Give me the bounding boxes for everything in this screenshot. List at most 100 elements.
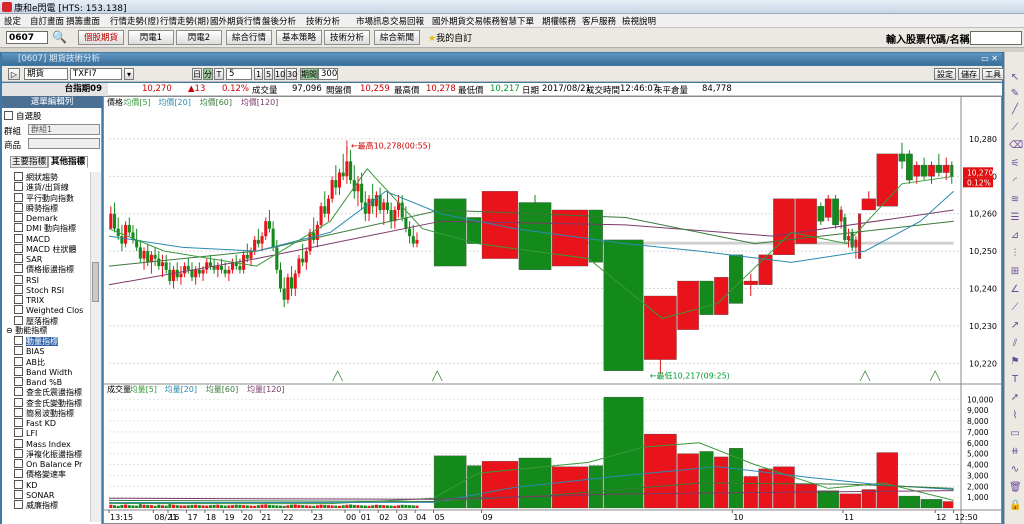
checkbox[interactable] <box>14 202 23 212</box>
checkbox[interactable] <box>14 233 23 243</box>
menu-item-6[interactable]: 盤後分析 <box>262 15 296 27</box>
flag-icon[interactable]: ⚑ <box>1009 356 1021 368</box>
trend-line-2-icon[interactable]: ⟋ <box>1009 302 1021 314</box>
menu-item-14[interactable]: 檢視說明 <box>622 15 656 27</box>
indicator-item[interactable]: MACD <box>14 233 50 244</box>
fan-icon[interactable]: ⚟ <box>1009 158 1021 170</box>
play-icon[interactable]: ▷ <box>8 68 20 80</box>
indicator-item[interactable]: AB比 <box>14 356 45 367</box>
menu-item-0[interactable]: 設定 <box>4 15 21 27</box>
menu-item-10[interactable]: 國外期貨交易帳務 <box>432 15 500 27</box>
checkbox[interactable] <box>14 213 23 222</box>
checkbox[interactable] <box>14 407 23 417</box>
product-select[interactable] <box>28 138 100 149</box>
indicator-scrollbar[interactable] <box>90 172 101 522</box>
checkbox[interactable] <box>14 356 23 366</box>
checkbox[interactable] <box>14 479 23 489</box>
indicator-item[interactable]: SONAR <box>14 489 54 500</box>
menu-item-4[interactable]: 行情走勢(期) <box>160 15 209 27</box>
favorites-button[interactable]: ★我的自訂 <box>428 31 472 44</box>
indicator-item[interactable]: Weighted Clos <box>14 305 83 315</box>
indicator-item[interactable]: 淨複化振盪指標 <box>14 448 82 459</box>
indicator-item[interactable]: Demark <box>14 213 58 223</box>
indicator-item[interactable]: DMI 動向指標 <box>14 223 76 233</box>
line-icon[interactable]: ╱ <box>1009 104 1021 116</box>
channel-icon[interactable]: ≋ <box>1009 194 1021 206</box>
market-select[interactable]: 期貨 <box>24 68 68 80</box>
angle-icon[interactable]: ∠ <box>1009 284 1021 296</box>
checkbox[interactable] <box>14 172 23 181</box>
indicator-item[interactable]: TRIX <box>14 295 44 305</box>
indicator-item[interactable]: Band Width <box>14 366 72 377</box>
checkbox[interactable] <box>14 192 23 202</box>
checkbox[interactable] <box>14 428 23 438</box>
period-unit-button-1[interactable]: 分 <box>203 68 213 80</box>
menu-item-2[interactable]: 損籌畫面 <box>66 15 100 27</box>
arc-icon[interactable]: ◜ <box>1009 176 1021 188</box>
toolbar-button-5[interactable]: 技術分析 <box>324 30 370 45</box>
menu-item-13[interactable]: 客戶服務 <box>582 15 616 27</box>
indicator-item[interactable]: 網狀趨勢 <box>14 172 58 182</box>
cycle-icon[interactable]: ⫶ <box>1009 248 1021 260</box>
collapse-icon[interactable]: ⊖ <box>6 326 15 335</box>
indicator-item[interactable]: 瞬勢指標 <box>14 202 58 213</box>
period-count-input[interactable]: 300 <box>318 68 338 80</box>
group-select[interactable]: 群組1 <box>28 124 100 135</box>
indicator-item[interactable]: 查金氏震盪指標 <box>14 387 82 397</box>
menu-item-12[interactable]: 期權帳務 <box>542 15 576 27</box>
scrollbar-thumb[interactable] <box>92 262 99 302</box>
checkbox[interactable] <box>14 243 23 253</box>
chart-tool-button-1[interactable]: 儲存 <box>958 68 980 80</box>
checkbox[interactable] <box>14 387 23 397</box>
period-unit-button-2[interactable]: T <box>214 68 224 80</box>
checkbox[interactable] <box>14 489 23 499</box>
ray-icon[interactable]: ↗ <box>1009 320 1021 332</box>
checkbox[interactable] <box>14 397 23 407</box>
indicator-item[interactable]: RSI <box>14 274 39 285</box>
search-icon[interactable]: 🔍 <box>52 30 67 44</box>
indicator-item[interactable]: 簡易波動指標 <box>14 407 74 418</box>
indicator-item[interactable]: KD <box>14 479 37 490</box>
checkbox[interactable] <box>14 500 23 509</box>
checkbox[interactable] <box>14 469 23 479</box>
checkbox[interactable] <box>14 315 23 325</box>
toolbar-button-3[interactable]: 綜合行情 <box>226 30 272 45</box>
toolbar-button-0[interactable]: 個股期貨 <box>78 30 124 45</box>
menu-item-8[interactable]: 市場訊息 <box>356 15 390 27</box>
period-value-select[interactable]: 5 <box>226 68 252 80</box>
momentum-group-header[interactable]: ⊖ 動能指標 <box>6 326 47 336</box>
minute-button-1[interactable]: 5 <box>264 68 273 80</box>
minute-button-2[interactable]: 10 <box>274 68 285 80</box>
symbol-search-input[interactable] <box>970 31 1022 45</box>
indicator-item[interactable]: 價格振盪指標 <box>14 264 74 274</box>
window-controls[interactable]: ▭ ✕ <box>981 53 998 65</box>
screen-code-input[interactable]: 0607 <box>6 31 48 44</box>
indicator-item[interactable]: SAR <box>14 254 42 264</box>
menu-item-11[interactable]: 智慧下單 <box>500 15 534 27</box>
indicator-item[interactable]: LFI <box>14 428 37 438</box>
checkbox[interactable] <box>14 377 23 386</box>
checkbox[interactable] <box>14 366 23 376</box>
rect-icon[interactable]: ▭ <box>1009 428 1021 440</box>
menu-item-5[interactable]: 國外期貨行情 <box>210 15 261 27</box>
checkbox[interactable] <box>14 254 23 263</box>
toolbar-button-2[interactable]: 閃電2 <box>176 30 222 45</box>
parallel-icon[interactable]: ⫽ <box>1009 338 1021 350</box>
measure-icon[interactable]: ⊞ <box>1009 266 1021 278</box>
checkbox[interactable] <box>14 305 23 315</box>
menu-item-7[interactable]: 技術分析 <box>306 15 340 27</box>
indicator-item[interactable]: BIAS <box>14 346 44 356</box>
eraser-icon[interactable]: ⌫ <box>1009 140 1023 152</box>
minute-button-0[interactable]: 1 <box>254 68 263 80</box>
indicator-item[interactable]: Fast KD <box>14 418 56 428</box>
text-icon[interactable]: T <box>1009 374 1021 386</box>
chart-area[interactable]: 10,220 10,230 10,240 10,250 10,260 10,270 10,2… <box>103 96 1002 524</box>
pen-icon[interactable]: ✎ <box>1009 88 1021 100</box>
checkbox[interactable] <box>14 438 23 448</box>
minute-button-3[interactable]: 30 <box>286 68 297 80</box>
toolbar-button-4[interactable]: 基本策略 <box>276 30 322 45</box>
checkbox[interactable] <box>14 274 23 284</box>
checkbox[interactable] <box>14 264 23 274</box>
symbol-select[interactable]: TXFI7 <box>70 68 122 80</box>
indicator-item[interactable]: 壓落指標 <box>14 315 58 326</box>
